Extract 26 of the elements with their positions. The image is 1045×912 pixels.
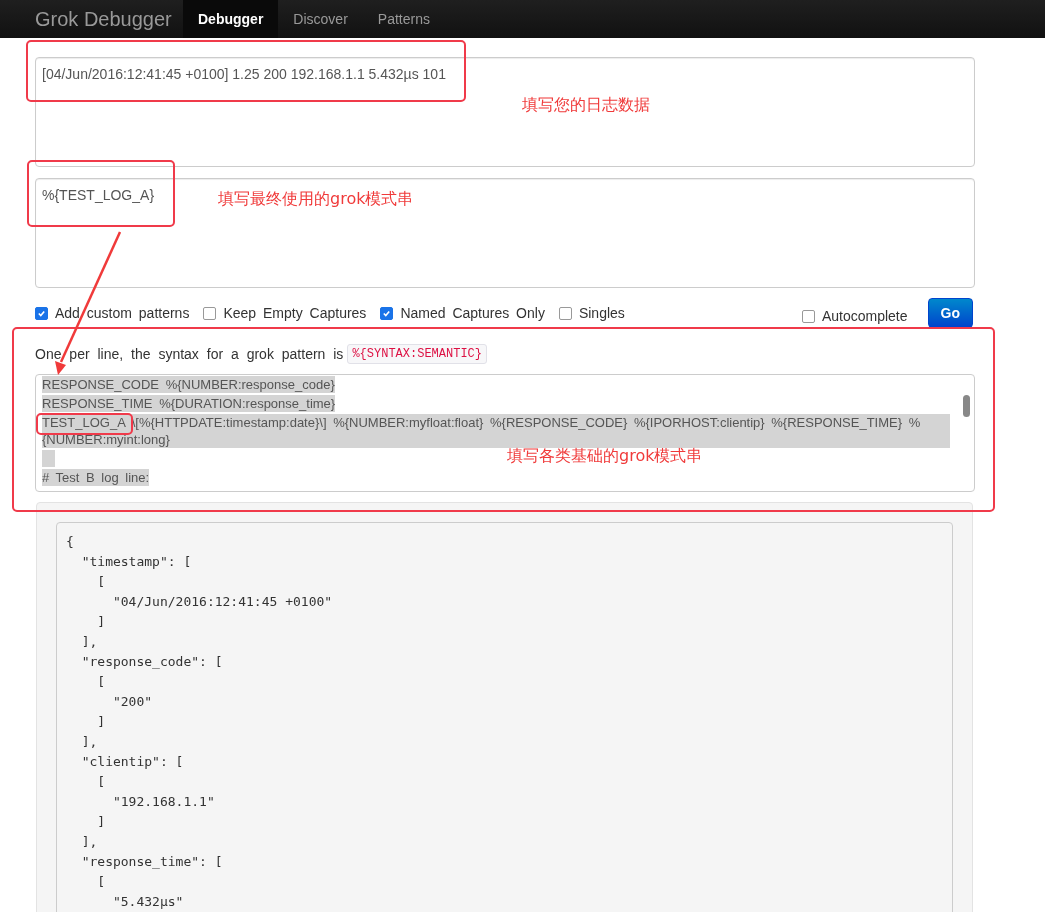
option-label: Named Captures Only [400,305,545,321]
syntax-code: %{SYNTAX:SEMANTIC} [347,344,487,364]
checkbox[interactable] [203,306,217,320]
checkbox[interactable] [558,306,572,320]
option-label: Singles [578,305,625,321]
annotation-text: 填写各类基础的grok模式串 [507,446,703,467]
nav-tab[interactable]: Discover [278,0,363,38]
option-label: Add custom patterns [55,305,190,321]
annotation-text: 填写您的日志数据 [522,95,650,116]
output-json: { "timestamp": [ [ "04/Jun/2016:12:41:45 +0100" ] ], "response_code": [ [ "200" ] ], "clientip": [ [ "192.168.1.1" ] ], "response_time": [ [ "5.432µs" [56,522,953,912]
nav-tab[interactable]: Debugger [183,0,279,38]
checkbox[interactable] [35,306,48,320]
option-label: Keep Empty Captures [223,305,367,321]
selection-highlight [42,450,56,467]
checkbox[interactable] [801,309,815,323]
checkbox[interactable] [380,306,394,320]
custom-patterns-field[interactable] [35,374,975,492]
go-button[interactable]: Go [927,298,973,328]
scrollbar-thumb[interactable] [963,395,970,417]
checkmark-icon [37,308,46,318]
checkmark-icon [382,308,392,318]
annotation-text: 填写最终使用的grok模式串 [218,189,414,210]
nav-tab[interactable]: Patterns [362,0,445,38]
brand-title[interactable]: Grok Debugger [35,0,183,38]
help-text: One per line, the syntax for a grok pattern is [35,346,344,362]
option-label: Autocomplete [821,308,908,324]
